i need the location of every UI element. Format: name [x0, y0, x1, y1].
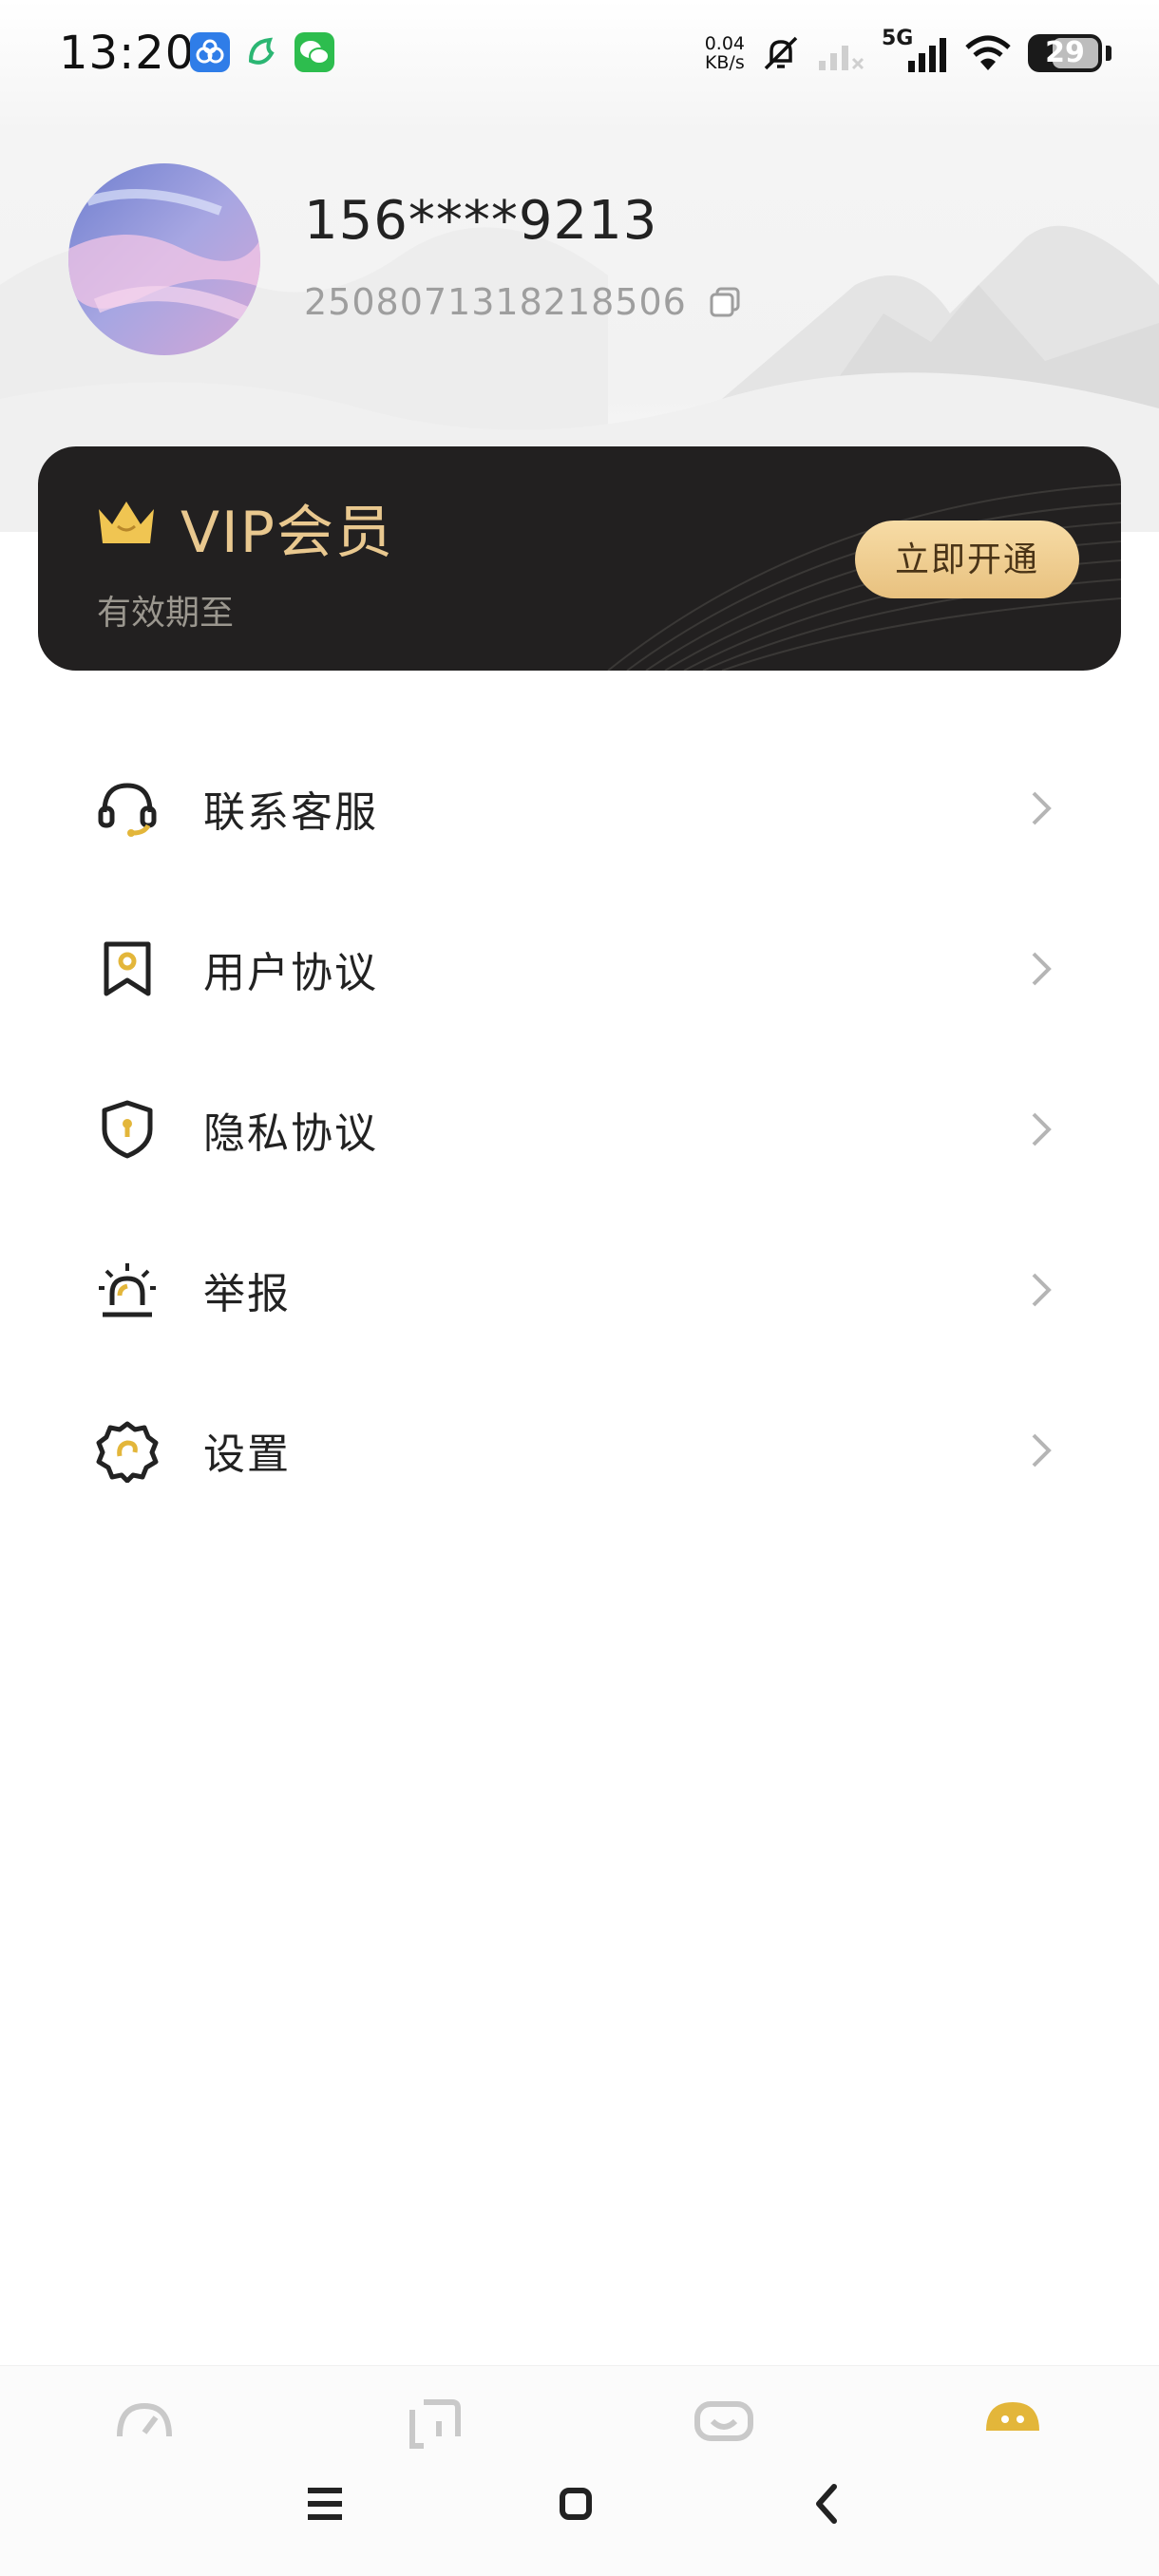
menu-label: 用户协议 [203, 948, 378, 997]
chat-icon [694, 2401, 753, 2441]
phone-number: 156****9213 [304, 190, 658, 252]
menu-label: 隐私协议 [203, 1108, 378, 1158]
menu-item-user-agreement[interactable]: 用户协议 [0, 888, 1159, 1049]
menu-item-contact-support[interactable]: 联系客服 [0, 728, 1159, 888]
gear-icon [95, 1418, 160, 1483]
menu-item-privacy-policy[interactable]: 隐私协议 [0, 1049, 1159, 1209]
net-speed: 0.04 KB/s [705, 34, 745, 72]
user-id-row: 2508071318218506 [304, 281, 742, 323]
status-bar: 13:20 0.04 KB/s 5G 29 [0, 0, 1159, 104]
menu-list: 联系客服 用户协议 隐私协议 举报 设置 [0, 728, 1159, 1530]
menu-label: 设置 [203, 1430, 291, 1479]
status-icons: 0.04 KB/s 5G 29 [705, 27, 1112, 78]
system-navigation [0, 2470, 1159, 2536]
vip-expiry: 有效期至 [97, 594, 235, 633]
vip-card[interactable]: VIP会员 有效期至 立即开通 [38, 446, 1121, 671]
home-key-icon[interactable] [547, 2479, 604, 2529]
shield-icon [95, 1097, 160, 1162]
status-time: 13:20 [59, 27, 196, 80]
wechat-icon [294, 32, 334, 72]
bookmark-icon [95, 937, 160, 1001]
battery-icon: 29 [1028, 34, 1102, 72]
chevron-right-icon [1032, 1273, 1052, 1306]
back-key-icon[interactable] [800, 2479, 857, 2529]
net-speed-value: 0.04 [704, 33, 745, 54]
avatar[interactable] [68, 163, 260, 355]
menu-label: 举报 [203, 1269, 291, 1318]
signal-icon [819, 46, 864, 70]
vip-title: VIP会员 [180, 500, 394, 566]
menu-key-icon[interactable] [296, 2479, 353, 2529]
menu-label: 联系客服 [203, 787, 378, 837]
menu-item-report[interactable]: 举报 [0, 1209, 1159, 1370]
profile-face-icon [986, 2402, 1039, 2431]
signal-5g-icon: 5G [882, 27, 948, 74]
chevron-right-icon [1032, 1433, 1052, 1467]
crown-icon [99, 502, 154, 543]
net-speed-unit: KB/s [704, 52, 745, 73]
user-id: 2508071318218506 [304, 281, 687, 323]
leaf-app-icon [243, 32, 283, 72]
vip-activate-button[interactable]: 立即开通 [855, 521, 1079, 598]
cloud-app-icon [190, 32, 230, 72]
chevron-right-icon [1032, 1112, 1052, 1146]
battery-level: 29 [1045, 36, 1085, 69]
menu-item-settings[interactable]: 设置 [0, 1370, 1159, 1530]
headset-icon [95, 776, 160, 841]
copy-icon[interactable] [708, 285, 742, 319]
mute-bell-icon [764, 36, 798, 70]
chevron-right-icon [1032, 791, 1052, 824]
bracket-icon [409, 2399, 461, 2449]
chevron-right-icon [1032, 952, 1052, 985]
wifi-icon [965, 35, 1011, 70]
dashboard-icon [117, 2402, 172, 2437]
alarm-icon [95, 1258, 160, 1322]
